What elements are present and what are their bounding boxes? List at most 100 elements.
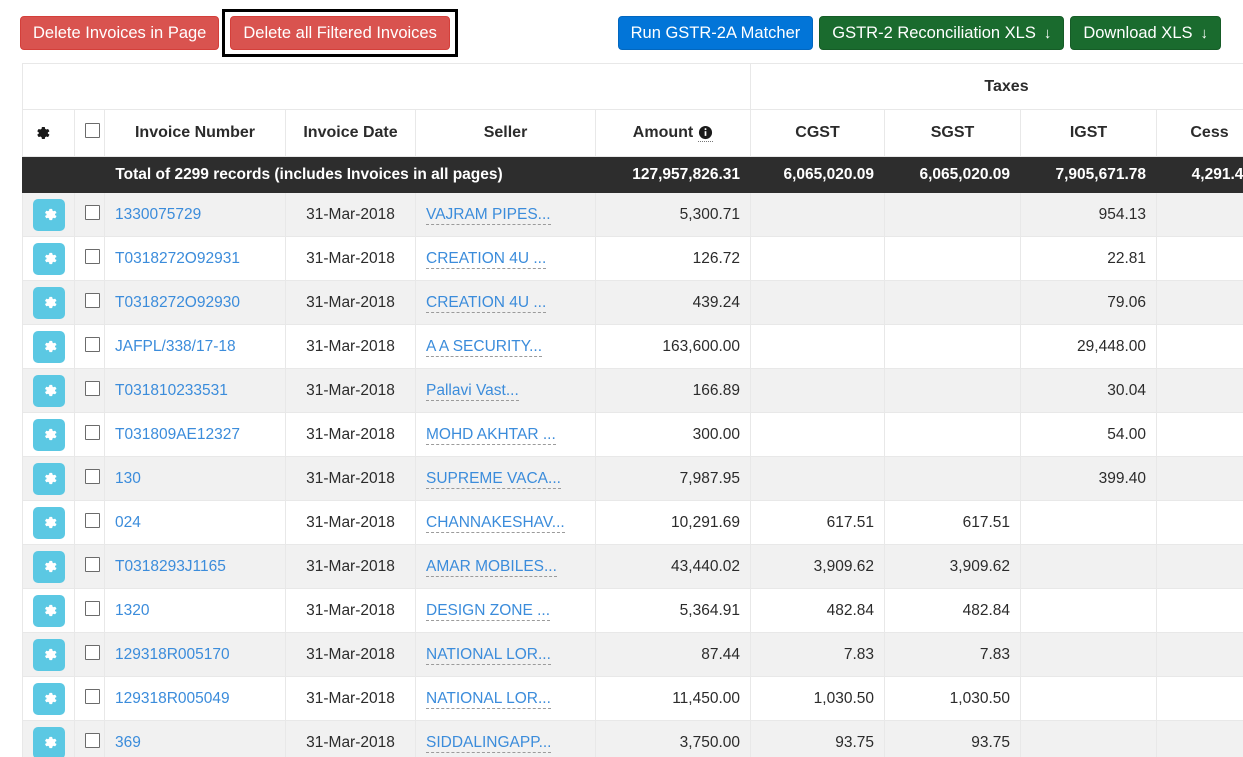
gear-icon <box>41 206 58 223</box>
invoice-number-link[interactable]: JAFPL/338/17-18 <box>115 338 236 355</box>
seller-link[interactable]: MOHD AKHTAR ... <box>426 425 556 445</box>
seller-link[interactable]: CHANNAKESHAV... <box>426 513 565 533</box>
row-settings-button[interactable] <box>33 374 65 407</box>
seller-link[interactable]: VAJRAM PIPES... <box>426 205 551 225</box>
seller-link[interactable]: A A SECURITY... <box>426 337 543 357</box>
invoice-number-link[interactable]: 1330075729 <box>115 206 201 223</box>
info-icon[interactable] <box>698 125 714 142</box>
seller-link[interactable]: AMAR MOBILES... <box>426 557 557 577</box>
delete-all-filtered-invoices-button[interactable]: Delete all Filtered Invoices <box>230 16 450 50</box>
row-checkbox[interactable] <box>85 644 100 660</box>
row-checkbox[interactable] <box>85 292 100 308</box>
seller-link[interactable]: Pallavi Vast... <box>426 381 519 401</box>
invoice-number-cell: 129318R005170 <box>104 632 286 677</box>
igst-column-header[interactable]: IGST <box>1020 109 1157 157</box>
table-row: T0318272O92931 31-Mar-2018 CREATION 4U ...… <box>22 236 1243 281</box>
invoice-number-link[interactable]: T0318293J1165 <box>115 558 226 575</box>
invoice-number-link[interactable]: 129318R005170 <box>115 646 230 663</box>
row-checkbox[interactable] <box>85 204 100 220</box>
download-arrow-icon: ↓ <box>1043 24 1052 42</box>
invoice-number-link[interactable]: T0318272O92930 <box>115 294 240 311</box>
cess-cell <box>1156 324 1243 369</box>
settings-column-header[interactable] <box>22 109 75 157</box>
row-settings-button[interactable] <box>33 330 65 363</box>
invoice-number-link[interactable]: T031810233531 <box>115 382 228 399</box>
row-checkbox[interactable] <box>85 556 100 572</box>
row-select-cell <box>74 500 105 545</box>
amount-cell: 11,450.00 <box>595 676 751 721</box>
row-checkbox[interactable] <box>85 600 100 616</box>
invoice-number-link[interactable]: 024 <box>115 514 141 531</box>
invoice-number-link[interactable]: 1320 <box>115 602 149 619</box>
seller-link[interactable]: CREATION 4U ... <box>426 249 547 269</box>
seller-link[interactable]: SIDDALINGAPP... <box>426 733 552 753</box>
download-xls-button[interactable]: Download XLS ↓ <box>1070 16 1221 50</box>
run-gstr-2a-matcher-button[interactable]: Run GSTR-2A Matcher <box>617 16 814 50</box>
select-all-column-header[interactable] <box>74 109 105 157</box>
igst-cell <box>1020 676 1157 721</box>
amount-cell: 126.72 <box>595 236 751 281</box>
invoice-number-link[interactable]: 129318R005049 <box>115 690 230 707</box>
row-settings-button[interactable] <box>33 286 65 319</box>
row-checkbox[interactable] <box>85 732 100 748</box>
sgst-cell <box>884 412 1021 457</box>
table-row: 129318R005170 31-Mar-2018 NATIONAL LOR... 8… <box>22 632 1243 677</box>
table-row: 1330075729 31-Mar-2018 VAJRAM PIPES... 5,30… <box>22 192 1243 237</box>
seller-column-header[interactable]: Seller <box>415 109 596 157</box>
row-select-cell <box>74 324 105 369</box>
igst-cell: 29,448.00 <box>1020 324 1157 369</box>
seller-link[interactable]: DESIGN ZONE ... <box>426 601 551 621</box>
row-settings-button[interactable] <box>33 418 65 451</box>
select-all-checkbox[interactable] <box>85 123 100 138</box>
sgst-cell <box>884 192 1021 237</box>
igst-cell: 399.40 <box>1020 456 1157 501</box>
invoice-number-link[interactable]: 130 <box>115 470 141 487</box>
igst-cell: 54.00 <box>1020 412 1157 457</box>
row-settings-button[interactable] <box>33 638 65 671</box>
gstr-2-reconciliation-xls-button[interactable]: GSTR-2 Reconciliation XLS ↓ <box>819 16 1065 50</box>
row-checkbox[interactable] <box>85 512 100 528</box>
invoice-number-column-header[interactable]: Invoice Number <box>104 109 286 157</box>
row-settings-button[interactable] <box>33 550 65 583</box>
row-settings-button[interactable] <box>33 242 65 275</box>
row-settings-button[interactable] <box>33 726 65 757</box>
totals-row: Total of 2299 records (includes Invoices… <box>22 156 1243 193</box>
row-checkbox[interactable] <box>85 248 100 264</box>
invoice-date-column-header[interactable]: Invoice Date <box>285 109 416 157</box>
invoice-number-link[interactable]: 369 <box>115 734 141 751</box>
invoice-date-cell: 31-Mar-2018 <box>285 412 416 457</box>
row-settings-button[interactable] <box>33 682 65 715</box>
seller-link[interactable]: NATIONAL LOR... <box>426 689 551 709</box>
row-settings-button[interactable] <box>33 198 65 231</box>
gear-icon[interactable] <box>33 124 64 142</box>
seller-link[interactable]: SUPREME VACA... <box>426 469 561 489</box>
row-select-cell <box>74 588 105 633</box>
row-select-cell <box>74 544 105 589</box>
delete-invoices-in-page-button[interactable]: Delete Invoices in Page <box>20 16 220 50</box>
cess-cell <box>1156 412 1243 457</box>
row-checkbox[interactable] <box>85 380 100 396</box>
invoice-number-link[interactable]: T031809AE12327 <box>115 426 240 443</box>
seller-link[interactable]: NATIONAL LOR... <box>426 645 551 665</box>
gear-icon <box>41 426 58 443</box>
row-settings-button[interactable] <box>33 462 65 495</box>
seller-link[interactable]: CREATION 4U ... <box>426 293 547 313</box>
amount-column-header[interactable]: Amount <box>595 109 751 157</box>
invoice-date-cell: 31-Mar-2018 <box>285 720 416 757</box>
row-select-cell <box>74 632 105 677</box>
row-select-cell <box>74 192 105 237</box>
row-select-cell <box>74 236 105 281</box>
row-settings-button[interactable] <box>33 594 65 627</box>
sgst-cell: 3,909.62 <box>884 544 1021 589</box>
row-settings-button[interactable] <box>33 506 65 539</box>
sgst-column-header[interactable]: SGST <box>884 109 1021 157</box>
row-checkbox[interactable] <box>85 468 100 484</box>
row-checkbox[interactable] <box>85 336 100 352</box>
row-checkbox[interactable] <box>85 424 100 440</box>
seller-cell: VAJRAM PIPES... <box>415 192 596 237</box>
row-checkbox[interactable] <box>85 688 100 704</box>
cess-column-header[interactable]: Cess <box>1156 109 1243 157</box>
download-xls-label: Download XLS <box>1083 23 1193 42</box>
cgst-column-header[interactable]: CGST <box>750 109 885 157</box>
invoice-number-link[interactable]: T0318272O92931 <box>115 250 240 267</box>
